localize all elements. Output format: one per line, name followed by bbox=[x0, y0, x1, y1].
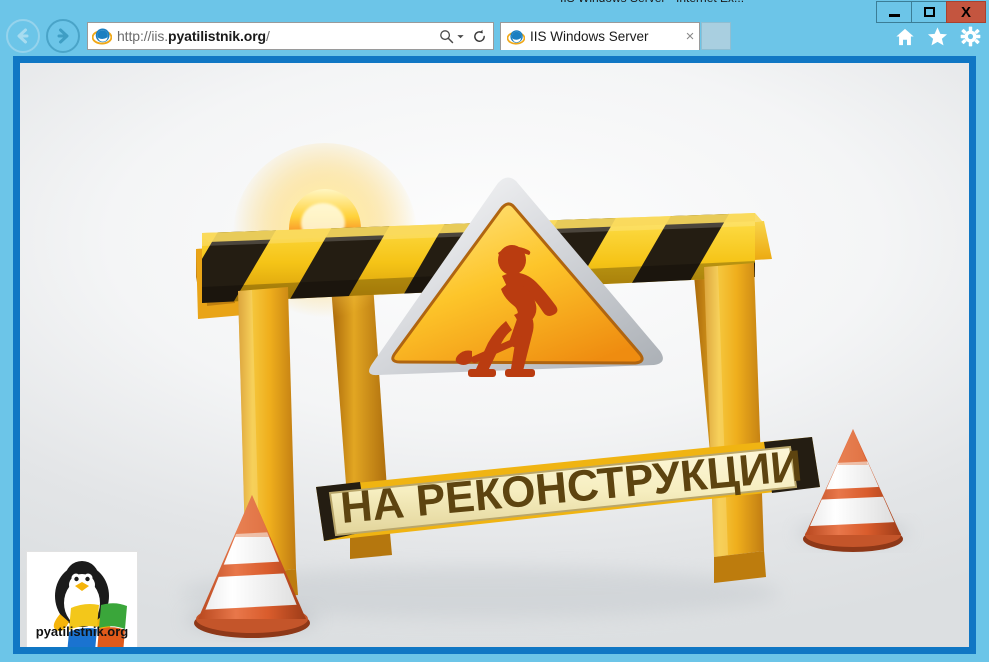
tab-iis-windows-server[interactable]: IIS Windows Server × bbox=[500, 22, 700, 50]
window-title-text: IIS Windows Server - Internet Ex... bbox=[560, 0, 744, 5]
arrow-left-icon bbox=[17, 28, 29, 44]
star-icon[interactable] bbox=[927, 26, 948, 47]
under-construction-illustration: НА РЕКОНСТРУКЦИИ bbox=[20, 63, 969, 647]
maximize-icon bbox=[923, 7, 935, 17]
browser-viewport: НА РЕКОНСТРУКЦИИ pyatilistnik.org bbox=[13, 56, 976, 654]
refresh-icon[interactable] bbox=[472, 29, 487, 44]
gear-icon[interactable] bbox=[960, 26, 981, 47]
url-path: / bbox=[266, 28, 270, 44]
window-controls: X bbox=[876, 1, 986, 23]
close-button[interactable]: X bbox=[946, 1, 986, 23]
browser-window: IIS Windows Server - Internet Ex... X bbox=[0, 0, 989, 662]
minimize-icon bbox=[888, 13, 900, 17]
tab-close-icon[interactable]: × bbox=[681, 28, 699, 45]
back-button[interactable] bbox=[6, 19, 40, 53]
browser-toolbar: http://iis.pyatilistnik.org/ IIS Windows… bbox=[0, 18, 989, 56]
home-icon[interactable] bbox=[895, 27, 915, 47]
internet-explorer-icon bbox=[506, 27, 526, 47]
maximize-button[interactable] bbox=[911, 1, 947, 23]
minimize-button[interactable] bbox=[876, 1, 912, 23]
address-bar[interactable]: http://iis.pyatilistnik.org/ bbox=[87, 22, 494, 50]
forward-button[interactable] bbox=[46, 19, 80, 53]
browser-command-bar bbox=[895, 26, 981, 47]
arrow-right-icon bbox=[57, 28, 69, 44]
search-icon[interactable] bbox=[439, 29, 454, 44]
watermark-text: pyatilistnik.org bbox=[36, 624, 129, 639]
internet-explorer-icon bbox=[91, 25, 113, 47]
close-icon: X bbox=[960, 3, 971, 21]
watermark-logo: pyatilistnik.org bbox=[26, 551, 138, 647]
tab-label: IIS Windows Server bbox=[530, 29, 649, 44]
tab-strip: IIS Windows Server × bbox=[500, 22, 731, 50]
address-bar-icons bbox=[439, 29, 493, 44]
address-url: http://iis.pyatilistnik.org/ bbox=[117, 28, 439, 44]
new-tab-button[interactable] bbox=[701, 22, 731, 50]
url-host: pyatilistnik.org bbox=[168, 28, 267, 44]
url-scheme: http://iis. bbox=[117, 28, 169, 44]
chevron-down-icon[interactable] bbox=[456, 32, 465, 41]
page-content: НА РЕКОНСТРУКЦИИ pyatilistnik.org bbox=[20, 63, 969, 647]
window-title-bar: IIS Windows Server - Internet Ex... bbox=[0, 0, 989, 7]
